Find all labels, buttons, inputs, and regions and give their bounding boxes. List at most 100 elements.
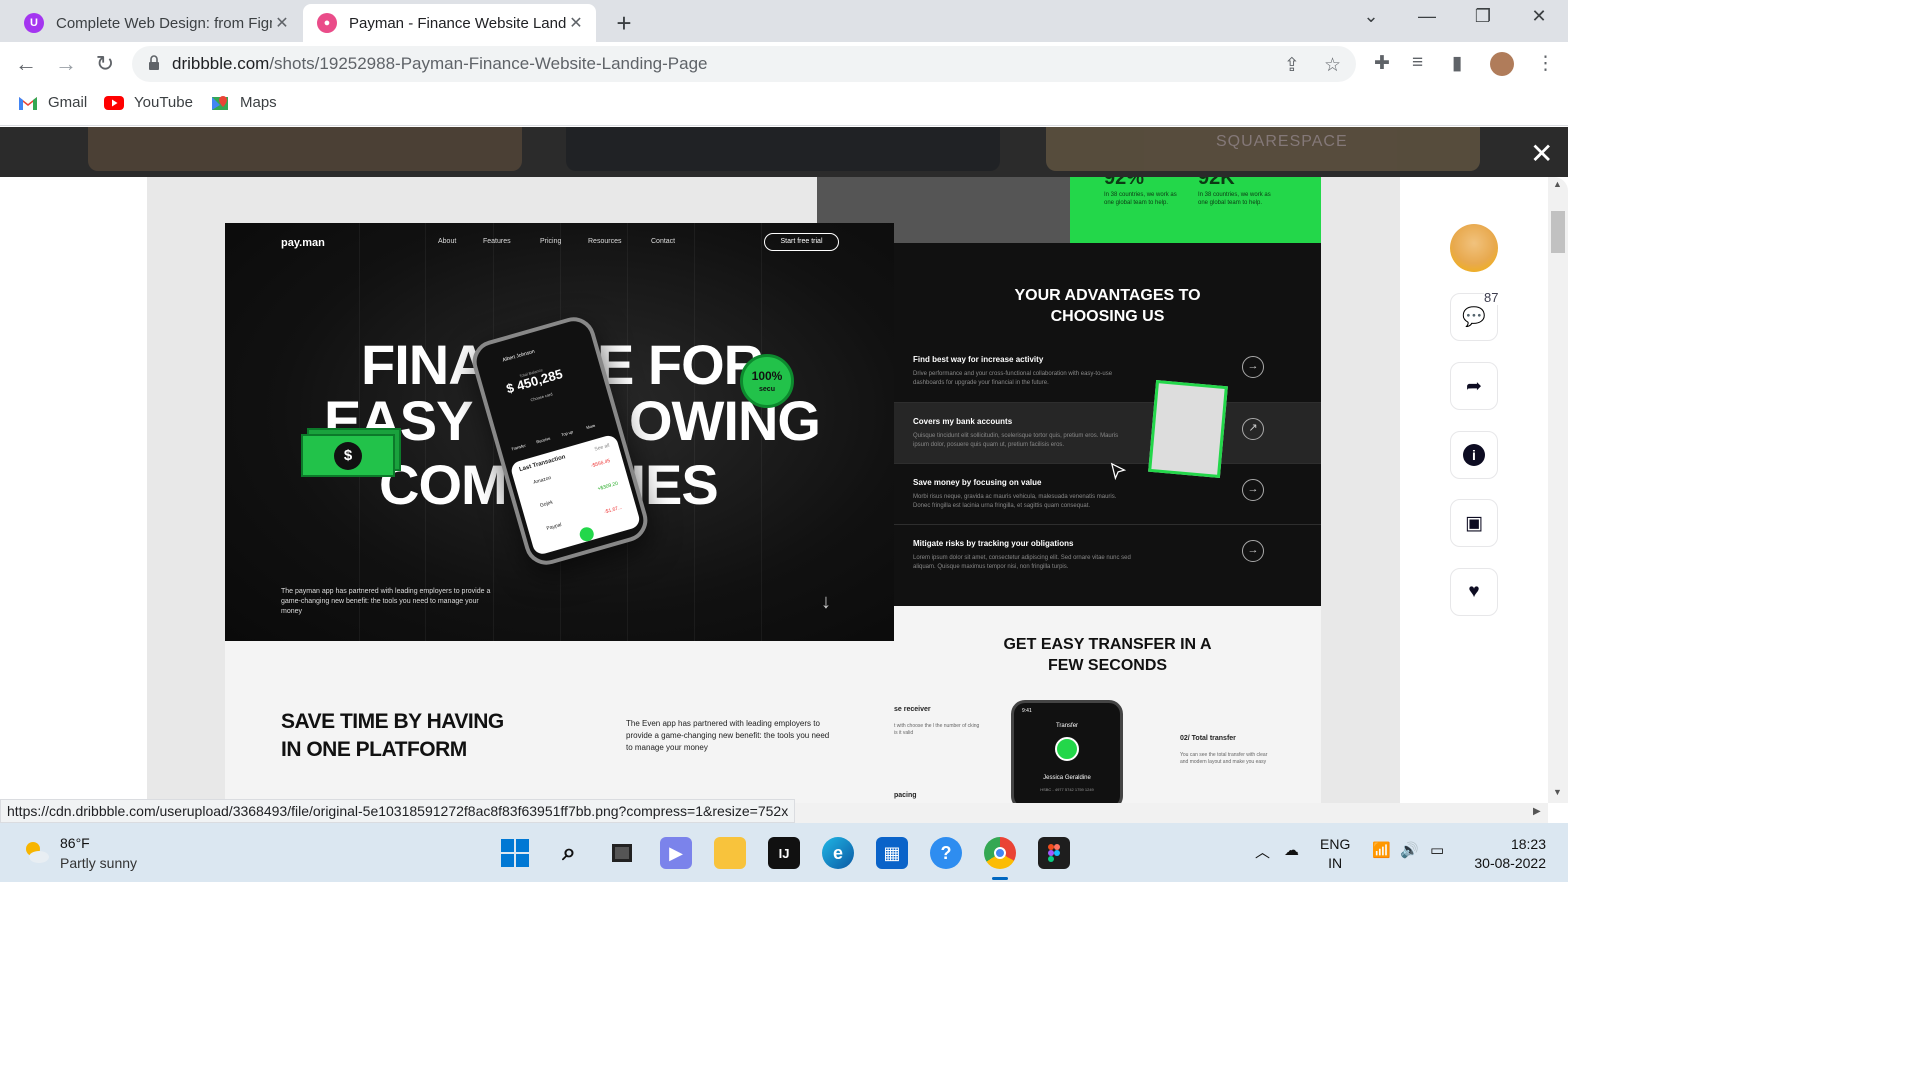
hero-nav-about: About xyxy=(438,238,457,245)
advantages-heading: YOUR ADVANTAGES TO CHOOSING US xyxy=(894,285,1321,327)
save-time-section: SAVE TIME BY HAVING IN ONE PLATFORM The … xyxy=(225,641,894,803)
volume-icon[interactable]: 🔊 xyxy=(1400,841,1419,859)
reload-icon[interactable]: ↻ xyxy=(91,50,119,78)
share-page-icon[interactable]: ⇪ xyxy=(1284,54,1300,77)
media-control-icon[interactable]: ≡ xyxy=(1412,52,1423,74)
bookmark-maps[interactable]: Maps xyxy=(210,94,277,111)
store-icon[interactable]: ▦ xyxy=(876,837,908,869)
dribbble-icon: ● xyxy=(317,13,337,33)
side-panel-icon[interactable]: ▮ xyxy=(1452,52,1462,75)
partly-sunny-icon[interactable] xyxy=(22,838,50,866)
info-button[interactable]: i xyxy=(1450,431,1498,479)
vertical-scrollbar[interactable]: ▲ ▼ xyxy=(1548,177,1568,803)
weather-desc[interactable]: Partly sunny xyxy=(60,855,137,871)
scroll-up-icon[interactable]: ▲ xyxy=(1553,179,1562,189)
address-bar[interactable]: dribbble.com/shots/19252988-Payman-Finan… xyxy=(132,46,1356,82)
phone-tx-name: Paypal xyxy=(545,521,563,532)
like-button[interactable]: ♥ xyxy=(1450,568,1498,616)
chrome-menu-icon[interactable]: ⋮ xyxy=(1536,52,1555,75)
scroll-down-arrow-icon[interactable]: ▼ xyxy=(1553,787,1562,797)
heading-line: CHOOSING US xyxy=(1050,308,1165,325)
phone-time: 9:41 xyxy=(1022,708,1032,714)
phone-fab-icon xyxy=(578,525,596,543)
phone-see-all: See all xyxy=(593,442,611,453)
shot-image: 92% 92K In 38 countries, we work as one … xyxy=(147,177,1400,803)
arrow-right-icon: → xyxy=(1242,356,1264,378)
bookmark-star-icon[interactable]: ☆ xyxy=(1324,54,1341,77)
bookmark-gmail[interactable]: Gmail xyxy=(18,94,87,111)
scrollbar-thumb[interactable] xyxy=(1551,211,1565,253)
task-view-icon[interactable] xyxy=(606,837,638,869)
windows-start-icon[interactable] xyxy=(499,837,531,869)
headline-line1a: FINA xyxy=(361,333,489,396)
back-icon[interactable]: ← xyxy=(12,50,40,78)
onedrive-icon[interactable]: ☁ xyxy=(1284,841,1299,859)
intellij-icon[interactable]: IJ xyxy=(768,837,800,869)
save-heading: SAVE TIME BY HAVING IN ONE PLATFORM xyxy=(281,708,504,764)
clock-date: 30-08-2022 xyxy=(1474,855,1546,871)
new-tab-button[interactable]: + xyxy=(610,8,638,39)
arrow-right-icon: → xyxy=(1242,540,1264,562)
weather-temp[interactable]: 86°F xyxy=(60,835,90,851)
edge-icon[interactable]: e xyxy=(822,837,854,869)
close-tab-icon[interactable]: ✕ xyxy=(566,13,586,33)
save-text: The Even app has partnered with leading … xyxy=(626,719,830,752)
show-hidden-icons[interactable]: ︿ xyxy=(1255,841,1270,862)
restore-button[interactable]: ❐ xyxy=(1463,6,1503,27)
advantage-desc: Morbi risus neque, gravida ac mauris veh… xyxy=(913,494,1117,509)
phone-last-tx: Last Transaction xyxy=(518,454,567,474)
language-indicator[interactable]: ENG IN xyxy=(1320,835,1350,873)
designer-avatar[interactable] xyxy=(1450,224,1498,272)
share-button[interactable]: ➦ xyxy=(1450,362,1498,410)
tab-payman-shot[interactable]: ● Payman - Finance Website Landing Page … xyxy=(303,4,596,42)
clock[interactable]: 18:23 30-08-2022 xyxy=(1462,835,1546,873)
transfer-heading: GET EASY TRANSFER IN A FEW SECONDS xyxy=(894,634,1321,676)
search-icon[interactable]: ⌕ xyxy=(553,837,585,869)
file-explorer-icon[interactable] xyxy=(714,837,746,869)
stat-note: In 38 countries, we work as one global t… xyxy=(1104,192,1177,206)
tab-title: Payman - Finance Website Landing Page xyxy=(349,14,566,32)
badge-sub: secu xyxy=(759,386,775,393)
payman-logo: pay.man xyxy=(281,237,325,249)
related-shot-thumbnail[interactable]: SQUARESPACE xyxy=(1046,127,1480,171)
close-tab-icon[interactable]: ✕ xyxy=(272,13,292,33)
recipient-account: HSBC - 4977 5742 1759 1249 xyxy=(1040,787,1094,792)
tab-udemy-course[interactable]: U Complete Web Design: from Figma ✕ xyxy=(10,4,302,42)
add-to-collection-button[interactable]: ▣ xyxy=(1450,499,1498,547)
forward-icon[interactable]: → xyxy=(52,50,80,78)
maps-icon xyxy=(212,95,228,110)
phone-tx-amount: -$1.67... xyxy=(603,504,623,516)
figma-icon[interactable] xyxy=(1038,837,1070,869)
advantage-desc: Lorem ipsum dolor sit amet, consectetur … xyxy=(913,555,1131,570)
headline-line1b: E FOR xyxy=(597,333,764,396)
add-collection-icon: ▣ xyxy=(1465,512,1483,534)
close-shot-icon[interactable]: ✕ xyxy=(1530,137,1553,170)
related-shot-thumbnail[interactable] xyxy=(88,127,522,171)
tab-search-icon[interactable]: ⌄ xyxy=(1351,6,1391,27)
phone-user: Albert Johnson xyxy=(501,348,536,364)
related-shot-thumbnail[interactable] xyxy=(566,127,1000,171)
advantage-title: Save money by focusing on value xyxy=(913,478,1042,487)
transfer-section: GET EASY TRANSFER IN A FEW SECONDS se re… xyxy=(894,606,1321,803)
bookmark-youtube[interactable]: YouTube xyxy=(104,94,193,111)
battery-icon[interactable]: ▭ xyxy=(1430,841,1444,859)
phone-choose-card: Choose card xyxy=(529,391,554,403)
profile-avatar[interactable] xyxy=(1490,52,1514,76)
phone-action: Receive xyxy=(535,435,551,445)
advantage-title: Find best way for increase activity xyxy=(913,355,1044,364)
teams-chat-icon[interactable]: ▶ xyxy=(660,837,692,869)
minimize-button[interactable]: — xyxy=(1407,6,1447,27)
browser-toolbar: ← → ↻ dribbble.com/shots/19252988-Payman… xyxy=(0,42,1568,86)
chrome-icon[interactable] xyxy=(984,837,1016,869)
wifi-icon[interactable]: 📶 xyxy=(1372,841,1391,859)
advantage-title: Covers my bank accounts xyxy=(913,417,1013,426)
step-desc: You can see the total transfer with clea… xyxy=(1180,752,1268,765)
comment-icon: 💬 xyxy=(1462,307,1486,328)
step-desc: t with choose the l the number of cking … xyxy=(894,723,980,736)
scroll-right-icon[interactable]: ▶ xyxy=(1533,806,1541,817)
badge-value: 100% xyxy=(751,369,783,383)
hero-subtext: The payman app has partnered with leadin… xyxy=(281,588,491,615)
get-help-icon[interactable]: ? xyxy=(930,837,962,869)
close-window-button[interactable]: ✕ xyxy=(1519,6,1559,27)
extensions-icon[interactable]: ✚ xyxy=(1374,52,1390,75)
